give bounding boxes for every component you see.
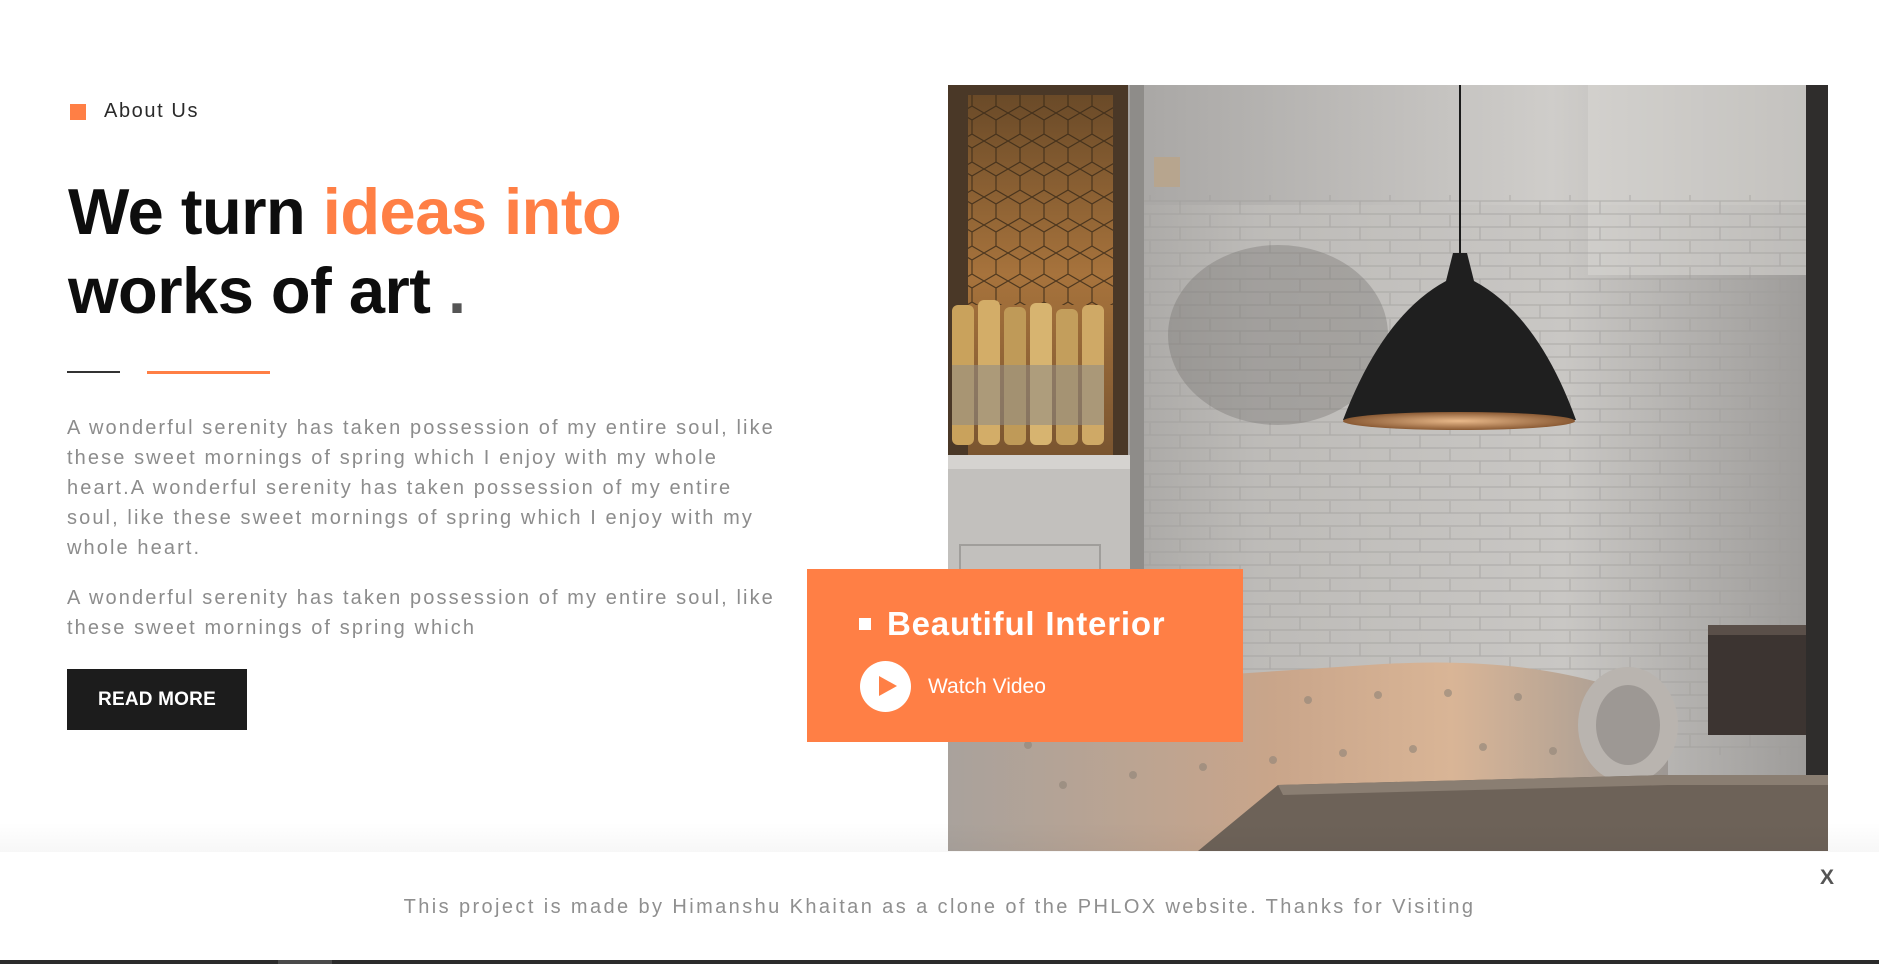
body-paragraph-1: A wonderful serenity has taken possessio… [67,417,775,559]
divider-dark [67,371,120,373]
footer-banner: This project is made by Himanshu Khaitan… [0,852,1879,960]
headline-part2: works of art [68,254,431,327]
play-triangle [879,676,897,696]
banner-shadow [0,822,1879,852]
play-icon[interactable] [860,661,911,712]
divider-accent [147,371,270,374]
section-eyebrow: About Us [70,100,199,123]
body-paragraph-2: A wonderful serenity has taken possessio… [67,587,775,639]
eyebrow-label: About Us [104,100,200,122]
card-title: Beautiful Interior [887,605,1166,642]
read-more-button[interactable]: READ MORE [67,669,247,730]
banner-text: This project is made by Himanshu Khaitan… [403,896,1476,918]
headline-dot: . [447,254,466,327]
interior-card: Beautiful Interior Watch Video [807,569,1243,742]
square-bullet-icon [70,103,86,120]
close-icon[interactable]: X [1820,866,1834,890]
card-title-row: Beautiful Interior [859,605,1165,643]
watch-video-label[interactable]: Watch Video [928,675,1046,699]
watch-video-link[interactable]: Watch Video [860,661,1046,712]
square-bullet-icon [859,618,871,630]
page-title: We turn ideas into works of art . [68,172,622,330]
page: About Us We turn ideas into works of art … [0,0,1879,964]
headline-accent: ideas into [322,175,622,248]
headline-part1: We turn [68,175,323,248]
bottom-strip-highlight [278,960,332,964]
